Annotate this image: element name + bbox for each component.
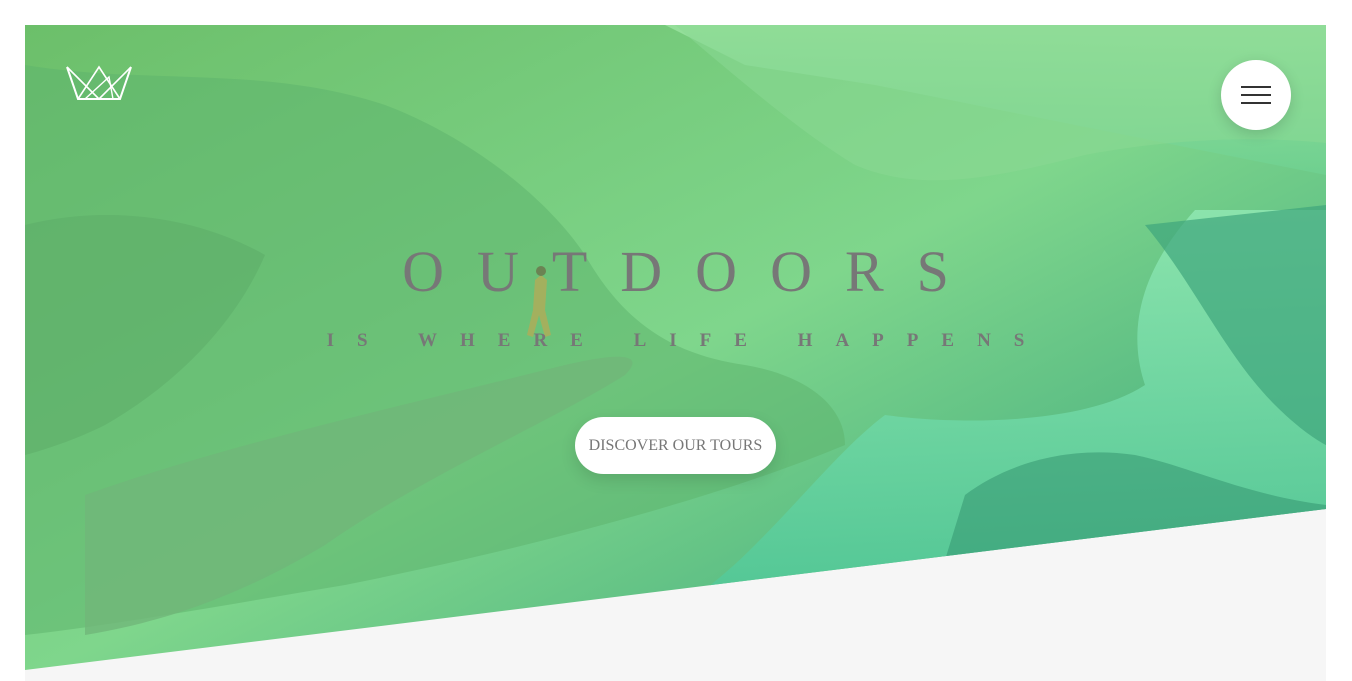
hero-background-image [25, 25, 1326, 670]
hamburger-menu-icon [1241, 86, 1271, 88]
hero-title: OUTDOORS [402, 239, 982, 304]
discover-tours-button[interactable]: DISCOVER OUR TOURS [575, 417, 776, 474]
navigation-menu-button[interactable] [1221, 60, 1291, 130]
hamburger-menu-icon [1241, 102, 1271, 104]
hero-subtitle: IS WHERE LIFE HAPPENS [326, 330, 1048, 351]
page: OUTDOORS IS WHERE LIFE HAPPENS DISCOVER … [25, 25, 1326, 681]
hero-section [25, 25, 1326, 670]
hamburger-menu-icon [1241, 94, 1271, 96]
crown-logo-icon[interactable] [65, 65, 133, 101]
